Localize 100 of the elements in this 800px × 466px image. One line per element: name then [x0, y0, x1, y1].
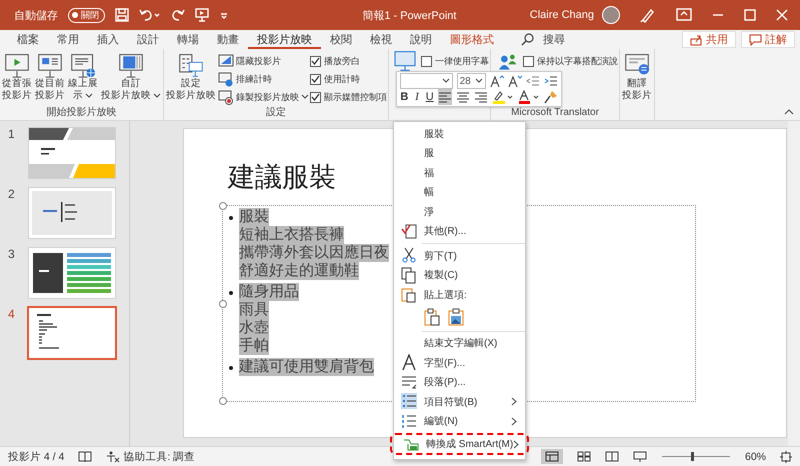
ribbon-button[interactable]: 排練計時 — [218, 71, 309, 87]
checkbox[interactable] — [310, 56, 321, 66]
zoom-level[interactable]: 60% — [744, 450, 766, 462]
checkbox[interactable] — [310, 92, 321, 102]
menu-item[interactable]: 服裝 — [394, 124, 525, 144]
presentation-icon[interactable] — [195, 8, 209, 22]
search-button[interactable]: 搜尋 — [521, 32, 565, 47]
ribbon-tab[interactable]: 檔案 — [8, 30, 48, 49]
reading-view-icon[interactable] — [604, 451, 619, 462]
close-icon[interactable] — [776, 9, 788, 21]
slide-thumbnail[interactable] — [28, 247, 116, 299]
ribbon-button[interactable]: 隱藏投影片 — [218, 53, 309, 69]
ribbon-tab[interactable]: 校閱 — [321, 30, 361, 49]
menu-item[interactable]: 其他(R)... — [394, 222, 525, 241]
ribbon-button[interactable]: 設定投影片放映 — [165, 51, 217, 103]
format-button[interactable]: U — [425, 91, 434, 103]
pen-icon[interactable] — [640, 7, 656, 23]
paste-icon[interactable] — [424, 308, 440, 326]
ribbon-tab[interactable]: 插入 — [88, 30, 128, 49]
checkbox[interactable] — [523, 56, 534, 66]
slide-thumbnail[interactable] — [27, 306, 117, 360]
ribbon-button[interactable]: 自訂投影片放映 — [100, 51, 162, 103]
ribbon-button[interactable]: 從首張投影片 — [1, 51, 33, 103]
menu-item[interactable]: 結束文字編輯(X) — [394, 334, 525, 353]
ribbon-tab[interactable]: 設計 — [128, 30, 168, 49]
highlighter-icon[interactable] — [492, 90, 514, 104]
ribbon-tab[interactable]: 說明 — [401, 30, 441, 49]
ribbon-tab[interactable]: 圖形格式 — [441, 30, 503, 49]
maximize-icon[interactable] — [744, 9, 756, 21]
menu-item[interactable]: 貼上選項: — [394, 285, 525, 304]
checkbox[interactable] — [310, 74, 321, 84]
search-icon — [521, 33, 534, 46]
autosave-toggle[interactable]: 關閉 — [68, 8, 105, 22]
bullet-text: 服裝 — [239, 208, 269, 226]
ribbon-display-icon[interactable] — [676, 8, 692, 22]
format-button[interactable]: B — [400, 91, 409, 103]
menu-item[interactable]: 服 — [394, 144, 525, 163]
slide-thumbnail[interactable] — [28, 127, 116, 179]
accessibility-button[interactable]: 協助工具: 調查 — [106, 450, 196, 464]
globe-screen-icon — [69, 52, 97, 78]
menu-item[interactable]: 剪下(T) — [394, 246, 525, 266]
ribbon-tab[interactable]: 轉場 — [168, 30, 208, 49]
font-icon — [401, 354, 417, 372]
ribbon-button[interactable]: 從目前投影片 — [34, 51, 66, 103]
slide-thumbnail[interactable] — [28, 187, 116, 239]
copy-icon — [401, 266, 417, 284]
align-center-icon — [456, 90, 470, 104]
fit-slide-icon[interactable] — [780, 450, 792, 462]
slide-number: 4 — [8, 307, 16, 321]
slideshow-icon[interactable] — [632, 451, 647, 462]
menu-item[interactable]: 字型(F)... — [394, 353, 525, 372]
menu-item[interactable]: 福 — [394, 163, 525, 182]
numbering-icon — [401, 412, 417, 430]
menu-item[interactable]: 幅 — [394, 182, 525, 202]
zoom-slider-icon[interactable] — [660, 451, 731, 462]
book-icon[interactable] — [78, 450, 92, 462]
ribbon-button[interactable]: 翻譯投影片 — [621, 51, 653, 103]
menu-item[interactable]: 段落(P)... — [394, 372, 525, 392]
checkmark-icon — [311, 57, 320, 65]
bullet-text: 舒適好走的運動鞋 — [239, 262, 359, 280]
ribbon-tab[interactable]: 常用 — [48, 30, 88, 49]
paragraph-icon — [401, 374, 417, 391]
menu-item[interactable]: 項目符號(B) — [394, 392, 525, 412]
comments-button[interactable]: 註解 — [741, 31, 795, 48]
font-color-icon[interactable] — [518, 90, 540, 104]
ribbon-tab[interactable]: 動畫 — [208, 30, 248, 49]
align-button[interactable] — [438, 89, 452, 105]
font-size-value: 28 — [460, 76, 471, 86]
shrink-font-icon[interactable] — [508, 74, 522, 88]
share-button[interactable]: 共用 — [682, 31, 736, 48]
normal-view-button[interactable] — [540, 449, 563, 464]
ribbon-button[interactable]: 線上展示 — [67, 51, 99, 103]
resize-handle[interactable] — [219, 202, 227, 210]
checkbox[interactable] — [421, 56, 432, 66]
user-name: Claire Chang — [530, 9, 594, 21]
collapse-icon[interactable] — [784, 108, 794, 116]
scrollbar[interactable] — [788, 121, 800, 446]
undo-icon[interactable] — [139, 8, 161, 22]
checkbox-label: 播放旁白 — [324, 54, 360, 68]
redo-icon[interactable] — [171, 8, 185, 22]
paste-picture-icon[interactable] — [448, 308, 464, 326]
checkbox-label: 使用計時 — [324, 72, 360, 86]
format-button[interactable]: I — [412, 91, 422, 103]
increase-indent-icon[interactable] — [544, 75, 558, 87]
resize-handle[interactable] — [219, 300, 227, 308]
avatar[interactable] — [602, 6, 620, 24]
slide-sorter-icon[interactable] — [576, 451, 591, 462]
bullet-text: 建議可使用雙肩背包 — [239, 358, 374, 376]
menu-item[interactable]: 淨 — [394, 202, 525, 222]
resize-handle[interactable] — [219, 397, 227, 405]
menu-item[interactable]: 複製(C) — [394, 266, 525, 285]
bullet-text: 隨身用品 — [239, 283, 299, 301]
checkmark-icon — [311, 93, 320, 101]
grow-font-icon[interactable] — [490, 74, 504, 88]
paintbrush-icon[interactable] — [544, 90, 558, 104]
ribbon-tab[interactable]: 檢視 — [361, 30, 401, 49]
save-icon[interactable] — [115, 8, 129, 22]
menu-item[interactable]: 編號(N) — [394, 412, 525, 431]
ribbon-button[interactable]: 錄製投影片放映 — [218, 89, 309, 105]
font-size-dropdown[interactable]: 28 — [456, 73, 486, 89]
